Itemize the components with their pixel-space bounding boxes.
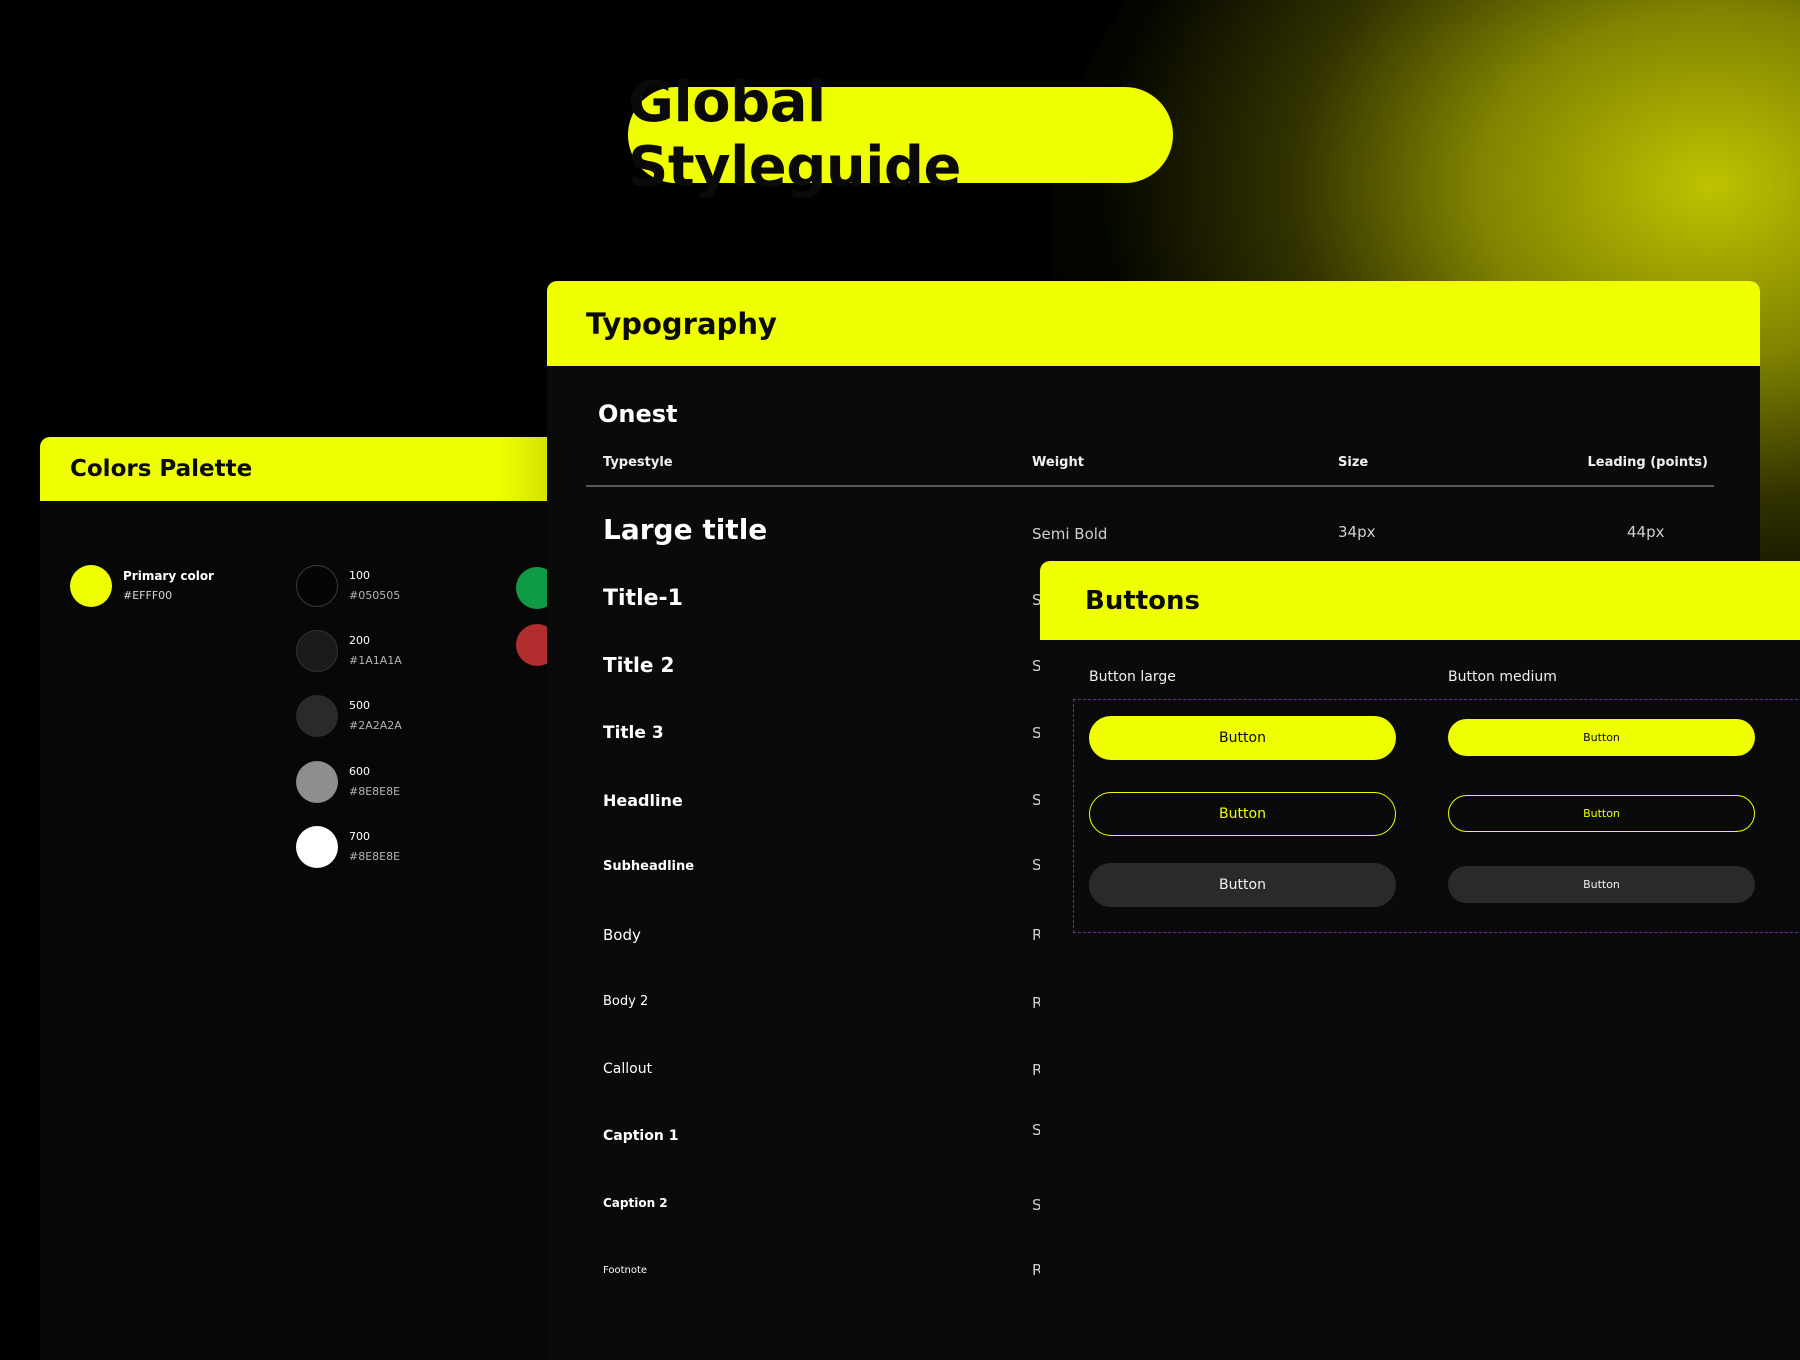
outline-button-medium[interactable]: Button (1448, 795, 1755, 832)
column-header-weight: Weight (1032, 455, 1084, 470)
color-circle-200 (296, 630, 338, 672)
swatch-700: 700 #8E8E8E (296, 826, 400, 868)
button-medium-label: Button medium (1448, 669, 1557, 685)
typestyle-title-3: Title 3 (603, 723, 664, 743)
typestyle-caption-1: Caption 1 (603, 1128, 679, 1144)
swatch-hex: #1A1A1A (349, 654, 402, 667)
colors-panel-title: Colors Palette (40, 437, 600, 501)
leading-large-title: 44px (1627, 523, 1665, 541)
styleguide-page: Global Styleguide Colors Palette Primary… (0, 0, 1800, 1360)
typestyle-subheadline: Subheadline (603, 859, 695, 874)
color-circle-700 (296, 826, 338, 868)
swatch-hex: #EFFF00 (123, 589, 173, 602)
swatch-primary: Primary color #EFFF00 (70, 565, 214, 607)
typestyle-body-2: Body 2 (603, 994, 649, 1009)
swatch-name: Primary color (123, 569, 214, 583)
outline-button-large[interactable]: Button (1089, 792, 1396, 836)
typestyle-large-title: Large title (603, 513, 768, 546)
typestyle-caption-2: Caption 2 (603, 1196, 668, 1210)
swatch-hex: #050505 (349, 589, 401, 602)
primary-button-large[interactable]: Button (1089, 716, 1396, 760)
page-title: Global Styleguide (628, 70, 1173, 200)
color-circle-500 (296, 695, 338, 737)
swatch-500: 500 #2A2A2A (296, 695, 402, 737)
typestyle-body: Body (603, 926, 641, 944)
column-header-typestyle: Typestyle (603, 455, 673, 470)
column-header-size: Size (1338, 455, 1369, 470)
buttons-panel: Buttons Button large Button medium Butto… (1040, 561, 1800, 1360)
typography-panel-title: Typography (547, 281, 1760, 366)
swatch-hex: #8E8E8E (349, 785, 401, 798)
header-divider (586, 485, 1714, 487)
swatch-name: 200 (349, 634, 370, 647)
typestyle-headline: Headline (603, 791, 683, 810)
primary-color-circle (70, 565, 112, 607)
font-family-name: Onest (598, 400, 678, 428)
swatch-hex: #2A2A2A (349, 719, 402, 732)
color-circle-100 (296, 565, 338, 607)
size-large-title: 34px (1338, 523, 1376, 541)
neutral-button-medium[interactable]: Button (1448, 866, 1755, 903)
primary-button-medium[interactable]: Button (1448, 719, 1755, 756)
buttons-panel-title: Buttons (1040, 561, 1800, 640)
swatch-hex: #8E8E8E (349, 850, 401, 863)
column-header-leading: Leading (points) (1587, 455, 1708, 470)
color-circle-600 (296, 761, 338, 803)
swatch-name: 500 (349, 699, 370, 712)
button-large-label: Button large (1089, 669, 1176, 685)
swatch-name: 600 (349, 765, 370, 778)
typestyle-title-2: Title 2 (603, 653, 675, 677)
colors-panel: Colors Palette Primary color #EFFF00 100… (40, 437, 600, 1360)
swatch-600: 600 #8E8E8E (296, 761, 400, 803)
swatch-name: 100 (349, 569, 370, 582)
swatch-100: 100 #050505 (296, 565, 400, 607)
typestyle-callout: Callout (603, 1061, 653, 1077)
typestyle-footnote: Footnote (603, 1265, 648, 1276)
swatch-200: 200 #1A1A1A (296, 630, 402, 672)
weight-large-title: Semi Bold (1032, 525, 1108, 543)
swatch-name: 700 (349, 830, 370, 843)
typestyle-title-1: Title-1 (603, 586, 683, 611)
neutral-button-large[interactable]: Button (1089, 863, 1396, 907)
